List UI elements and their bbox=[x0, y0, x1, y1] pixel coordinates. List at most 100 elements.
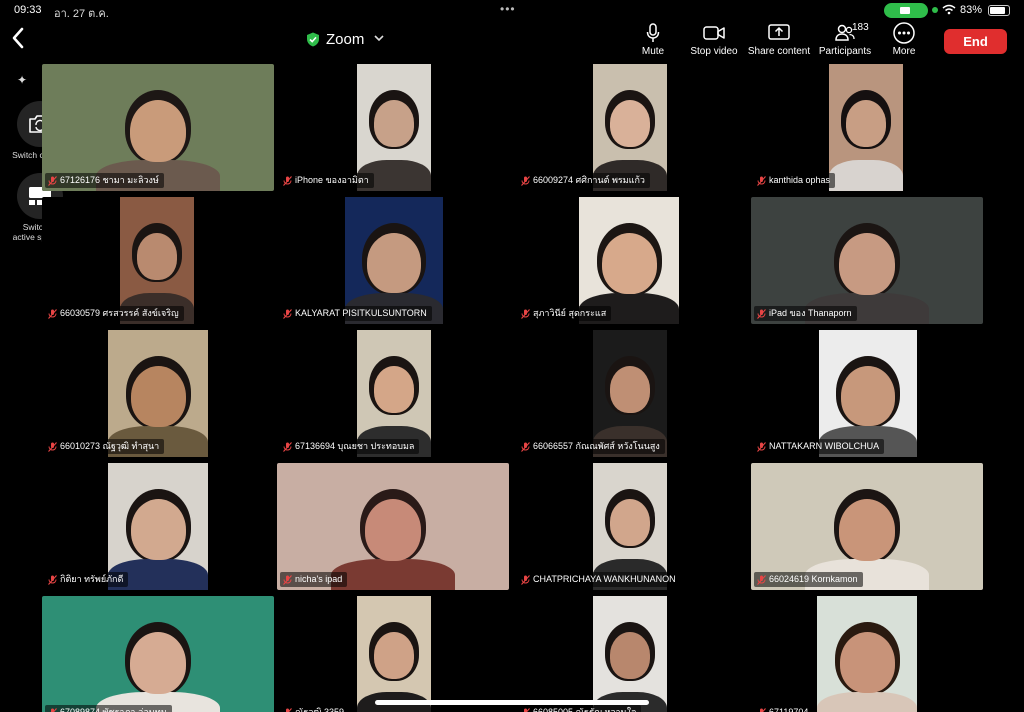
mic-muted-icon bbox=[757, 175, 766, 186]
mute-label: Mute bbox=[641, 46, 665, 57]
sparkle-icon[interactable]: ✦ bbox=[17, 73, 27, 87]
participant-name: NATTAKARN WIBOLCHUA bbox=[769, 441, 880, 451]
wifi-icon bbox=[942, 4, 956, 18]
mic-muted-icon bbox=[48, 308, 57, 319]
participant-video-feed bbox=[357, 64, 431, 191]
camera-in-use-icon bbox=[884, 3, 928, 18]
participant-name-tag: 66085005 ณัฐธัญ หวานใจ bbox=[518, 705, 642, 712]
person-body bbox=[331, 559, 455, 590]
participant-name: 66010273 ณัฐวุฒิ ทำสุนา bbox=[60, 441, 160, 451]
participant-video-tile[interactable]: 66009274 ศศิกานต์ พรมแก้ว bbox=[515, 64, 747, 191]
participant-name: 67136694 บุณยชา ประทอบมล bbox=[295, 441, 415, 451]
person-body bbox=[817, 692, 917, 712]
mic-muted-icon bbox=[283, 175, 292, 186]
participant-video-tile[interactable]: 66024619 Kornkamon bbox=[751, 463, 983, 590]
participant-video-tile[interactable]: 67126176 ชามา มะลิวงษ์ bbox=[42, 64, 274, 191]
mic-muted-icon bbox=[521, 441, 530, 452]
participant-video-tile[interactable]: 66030579 ศรสวรรค์ สังข์เจริญ bbox=[42, 197, 274, 324]
person-face bbox=[839, 632, 895, 693]
participant-name: ณัฐวุฒิ 3359 bbox=[295, 707, 345, 712]
more-label: More bbox=[892, 46, 916, 57]
secure-shield-icon bbox=[306, 32, 320, 47]
participant-name-tag: ณัฐวุฒิ 3359 bbox=[280, 705, 350, 712]
participant-video-feed bbox=[579, 197, 679, 324]
home-indicator[interactable] bbox=[375, 700, 649, 705]
participant-video-feed bbox=[120, 197, 194, 324]
meeting-toolbar: Zoom Mute Stop video Share content 183 P… bbox=[0, 20, 1024, 64]
participant-video-tile[interactable]: ณัฐวุฒิ 3359 bbox=[277, 596, 509, 712]
participant-video-tile[interactable]: สุภาวินีย์ สุดกระแส bbox=[515, 197, 747, 324]
participant-name-tag: nicha's ipad bbox=[280, 572, 348, 587]
share-screen-icon bbox=[768, 22, 790, 44]
chevron-down-icon bbox=[374, 34, 384, 45]
person-face bbox=[373, 366, 415, 413]
participant-name-tag: กิติยา ทรัพย์ภักดี bbox=[45, 572, 129, 587]
participant-video-tile[interactable]: iPhone ของอามิตา bbox=[277, 64, 509, 191]
participant-name-tag: 67126176 ชามา มะลิวงษ์ bbox=[45, 173, 164, 188]
participant-video-tile[interactable]: 66085005 ณัฐธัญ หวานใจ bbox=[515, 596, 747, 712]
participant-name: สุภาวินีย์ สุดกระแส bbox=[533, 308, 607, 318]
meeting-title-button[interactable]: Zoom bbox=[306, 28, 384, 50]
mic-muted-icon bbox=[48, 574, 57, 585]
mic-muted-icon bbox=[521, 175, 530, 186]
participant-video-feed bbox=[593, 330, 667, 457]
participant-name: 66030579 ศรสวรรค์ สังข์เจริญ bbox=[60, 308, 179, 318]
participant-video-feed bbox=[277, 463, 509, 590]
participant-name-tag: 67089874 พัชราภา อ่อนทุม bbox=[45, 705, 172, 712]
participant-name-tag: 66009274 ศศิกานต์ พรมแก้ว bbox=[518, 173, 650, 188]
participant-video-feed bbox=[593, 596, 667, 712]
participant-video-tile[interactable]: CHATPRICHAYA WANKHUNANON bbox=[515, 463, 747, 590]
participant-name-tag: KALYARAT PISITKULSUNTORN bbox=[280, 306, 432, 321]
participant-video-tile[interactable]: nicha's ipad bbox=[277, 463, 509, 590]
participant-name-tag: iPad ของ Thanaporn bbox=[754, 306, 857, 321]
participant-video-tile[interactable]: NATTAKARN WIBOLCHUA bbox=[751, 330, 983, 457]
multitask-dots-icon[interactable]: ••• bbox=[500, 2, 516, 16]
participant-name: iPhone ของอามิตา bbox=[295, 175, 369, 185]
microphone-icon bbox=[646, 22, 660, 44]
stop-video-button[interactable]: Stop video bbox=[688, 22, 740, 62]
participant-video-tile[interactable]: กิติยา ทรัพย์ภักดี bbox=[42, 463, 274, 590]
participant-video-feed bbox=[751, 197, 983, 324]
mic-muted-icon bbox=[757, 441, 766, 452]
end-meeting-button[interactable]: End bbox=[944, 29, 1007, 54]
participant-video-tile[interactable]: 67119704 bbox=[751, 596, 983, 712]
mute-button[interactable]: Mute bbox=[636, 22, 670, 62]
share-content-button[interactable]: Share content bbox=[746, 22, 812, 62]
participant-video-tile[interactable]: KALYARAT PISITKULSUNTORN bbox=[277, 197, 509, 324]
recording-dot-icon bbox=[932, 7, 938, 13]
participant-name-tag: kanthida ophas bbox=[754, 173, 836, 188]
participant-video-feed bbox=[593, 463, 667, 590]
person-face bbox=[841, 366, 895, 426]
participant-name: 66085005 ณัฐธัญ หวานใจ bbox=[533, 707, 637, 712]
participant-count: 183 bbox=[852, 22, 869, 33]
back-chevron-icon[interactable] bbox=[10, 26, 34, 52]
mic-muted-icon bbox=[521, 308, 530, 319]
mic-muted-icon bbox=[48, 175, 57, 186]
participant-name: nicha's ipad bbox=[295, 574, 343, 584]
person-face bbox=[609, 100, 651, 147]
participant-video-tile[interactable]: 66066557 กัณณพัศส์ หวังโนนสูง bbox=[515, 330, 747, 457]
participant-video-feed bbox=[829, 64, 903, 191]
video-camera-icon bbox=[703, 22, 725, 44]
more-button[interactable]: More bbox=[886, 22, 922, 62]
more-dots-icon bbox=[893, 22, 915, 44]
participant-name-tag: 66030579 ศรสวรรค์ สังข์เจริญ bbox=[45, 306, 184, 321]
participant-video-tile[interactable]: iPad ของ Thanaporn bbox=[751, 197, 983, 324]
participant-video-tile[interactable]: 67136694 บุณยชา ประทอบมล bbox=[277, 330, 509, 457]
person-face bbox=[609, 632, 651, 679]
participants-button[interactable]: 183 Participants bbox=[816, 22, 874, 62]
participant-video-tile[interactable]: 67089874 พัชราภา อ่อนทุม bbox=[42, 596, 274, 712]
participant-name: 66066557 กัณณพัศส์ หวังโนนสูง bbox=[533, 441, 660, 451]
participant-name: kanthida ophas bbox=[769, 175, 831, 185]
participant-video-tile[interactable]: kanthida ophas bbox=[751, 64, 983, 191]
meeting-title: Zoom bbox=[326, 30, 365, 48]
participant-video-feed bbox=[108, 463, 208, 590]
mic-muted-icon bbox=[48, 707, 57, 712]
person-face bbox=[373, 100, 415, 147]
participant-video-tile[interactable]: 66010273 ณัฐวุฒิ ทำสุนา bbox=[42, 330, 274, 457]
participant-name: KALYARAT PISITKULSUNTORN bbox=[295, 308, 427, 318]
mic-muted-icon bbox=[757, 574, 766, 585]
participant-name-tag: 66024619 Kornkamon bbox=[754, 572, 863, 587]
participant-name: 66009274 ศศิกานต์ พรมแก้ว bbox=[533, 175, 645, 185]
participant-video-feed bbox=[42, 64, 274, 191]
